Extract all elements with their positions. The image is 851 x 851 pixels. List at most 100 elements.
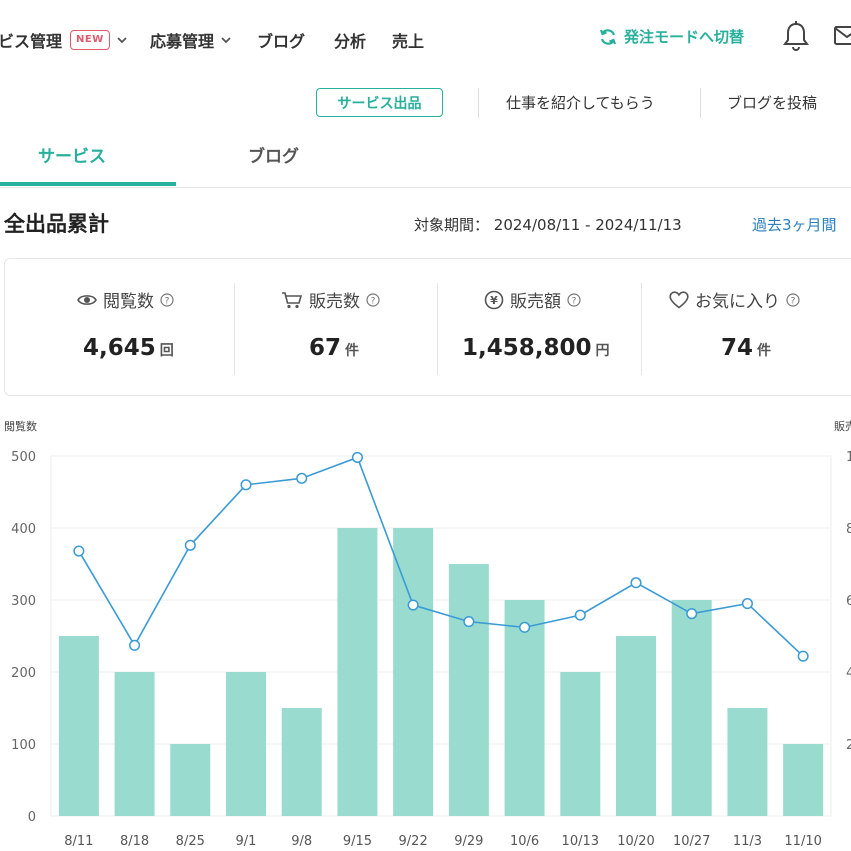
x-tick-label: 9/1 [236,834,257,849]
line-point-11/10[interactable] [797,650,809,662]
y-right-tick-label: 4 [846,666,851,681]
period-select-link[interactable]: 過去3ヶ月間 [752,214,837,235]
views-sales-chart: 0 100 200 300 400 500 2 4 6 8 1 8/11 8/18 8/25 9/1 9/8 9… [11,450,851,849]
svg-text:?: ? [371,296,376,306]
y-tick-label: 300 [11,594,36,609]
y-right-tick-label: 1 [846,450,851,465]
nav-analytics[interactable]: 分析 [334,28,366,52]
tab-service[interactable]: サービス [38,142,106,167]
help-icon[interactable]: ? [567,292,581,307]
line-point-9/15[interactable] [351,451,363,463]
x-tick-label: 10/27 [673,834,710,849]
x-tick-label: 10/6 [510,834,539,849]
y-tick-label: 0 [28,810,36,825]
line-point-10/27[interactable] [686,608,698,620]
y-tick-label: 500 [11,450,36,465]
divider [700,88,701,118]
left-axis-title: 閲覧数 [4,420,37,433]
bar-8/18[interactable] [114,672,155,816]
line-point-8/25[interactable] [184,539,196,551]
x-tick-label: 8/11 [64,834,93,849]
mail-icon[interactable] [834,24,851,46]
nav-service-management[interactable]: ビス管理 NEW [0,28,128,52]
line-point-10/6[interactable] [519,621,531,633]
bar-8/25[interactable] [170,744,211,816]
x-tick-label: 9/15 [343,834,372,849]
bar-9/22[interactable] [393,528,434,816]
x-tick-label: 9/8 [291,834,312,849]
x-tick-label: 11/3 [733,834,762,849]
bar-11/3[interactable] [727,708,768,816]
content-tabs: サービス ブログ [0,128,851,188]
bell-icon[interactable] [782,20,810,52]
bar-9/8[interactable] [281,708,322,816]
svg-text:?: ? [791,296,796,306]
chevron-down-icon [221,37,231,44]
bar-9/29[interactable] [448,564,489,816]
x-tick-label: 10/20 [617,834,654,849]
line-point-10/20[interactable] [630,577,642,589]
x-tick-label: 9/29 [454,834,483,849]
x-tick-label: 10/13 [562,834,599,849]
help-icon[interactable]: ? [160,292,174,307]
summary-title: 全出品累計 [4,212,109,236]
bar-9/15[interactable] [337,528,378,816]
y-tick-label: 200 [11,666,36,681]
y-tick-label: 400 [11,522,36,537]
line-point-8/18[interactable] [129,639,141,651]
bar-10/27[interactable] [671,600,712,816]
svg-text:¥: ¥ [490,294,498,307]
blog-post-link[interactable]: ブログを投稿 [727,92,817,113]
x-tick-label: 8/25 [176,834,205,849]
svg-text:?: ? [572,296,577,306]
job-referral-link[interactable]: 仕事を紹介してもらう [506,92,655,113]
switch-mode-link[interactable]: 発注モードへ切替 [598,26,744,47]
stat-sales-count: 販売数 ? 67 件 [235,259,438,397]
tab-blog[interactable]: ブログ [248,142,299,167]
svg-text:?: ? [165,296,170,306]
stat-views: 閲覧数 ? 4,645 回 [5,259,235,397]
nav-application-management[interactable]: 応募管理 [150,28,232,52]
bar-11/10[interactable] [783,744,824,816]
new-badge: NEW [70,30,110,50]
right-axis-title: 販売 [834,420,851,433]
nav-sales[interactable]: 売上 [392,28,424,52]
help-icon[interactable]: ? [366,292,380,307]
heart-icon [669,290,689,309]
bar-8/11[interactable] [58,636,99,816]
x-tick-label: 11/10 [784,834,821,849]
line-point-9/29[interactable] [463,616,475,628]
active-tab-indicator [0,182,176,186]
y-tick-label: 100 [11,738,36,753]
divider [478,88,479,118]
top-navigation: ビス管理 NEW 応募管理 ブログ 分析 売上 発注モードへ切替 [0,0,851,76]
line-point-10/13[interactable] [574,609,586,621]
bar-10/20[interactable] [616,636,656,816]
bar-9/1[interactable] [226,672,266,816]
service-listing-button[interactable]: サービス出品 [316,88,443,117]
action-bar: サービス出品 仕事を紹介してもらう ブログを投稿 [0,76,851,128]
stat-sales-amount: ¥ 販売額 ? 1,458,800 円 [438,259,642,397]
y-right-tick-label: 2 [846,738,851,753]
help-icon[interactable]: ? [786,292,800,307]
line-point-9/1[interactable] [240,479,252,491]
line-point-8/11[interactable] [73,545,85,557]
plot-area [50,455,832,817]
y-right-tick-label: 8 [846,522,851,537]
stat-favorites: お気に入り ? 74 件 [642,259,851,397]
y-right-tick-label: 6 [846,594,851,609]
cart-icon [281,291,303,309]
chevron-down-icon [117,37,127,44]
period-range: 対象期間： 2024/08/11 - 2024/11/13 [414,216,682,234]
line-point-11/3[interactable] [741,598,753,610]
stats-card: 閲覧数 ? 4,645 回 販売数 ? 67 件 ¥ 販売額 ? 1,458,8… [4,258,851,396]
bar-10/13[interactable] [560,672,601,816]
refresh-icon [599,28,617,45]
x-tick-label: 9/22 [399,834,428,849]
yen-icon: ¥ [484,290,504,310]
line-point-9/22[interactable] [407,599,419,611]
line-point-9/8[interactable] [296,472,308,484]
x-tick-label: 8/18 [120,834,149,849]
nav-blog[interactable]: ブログ [257,28,305,52]
eye-icon [77,292,97,308]
